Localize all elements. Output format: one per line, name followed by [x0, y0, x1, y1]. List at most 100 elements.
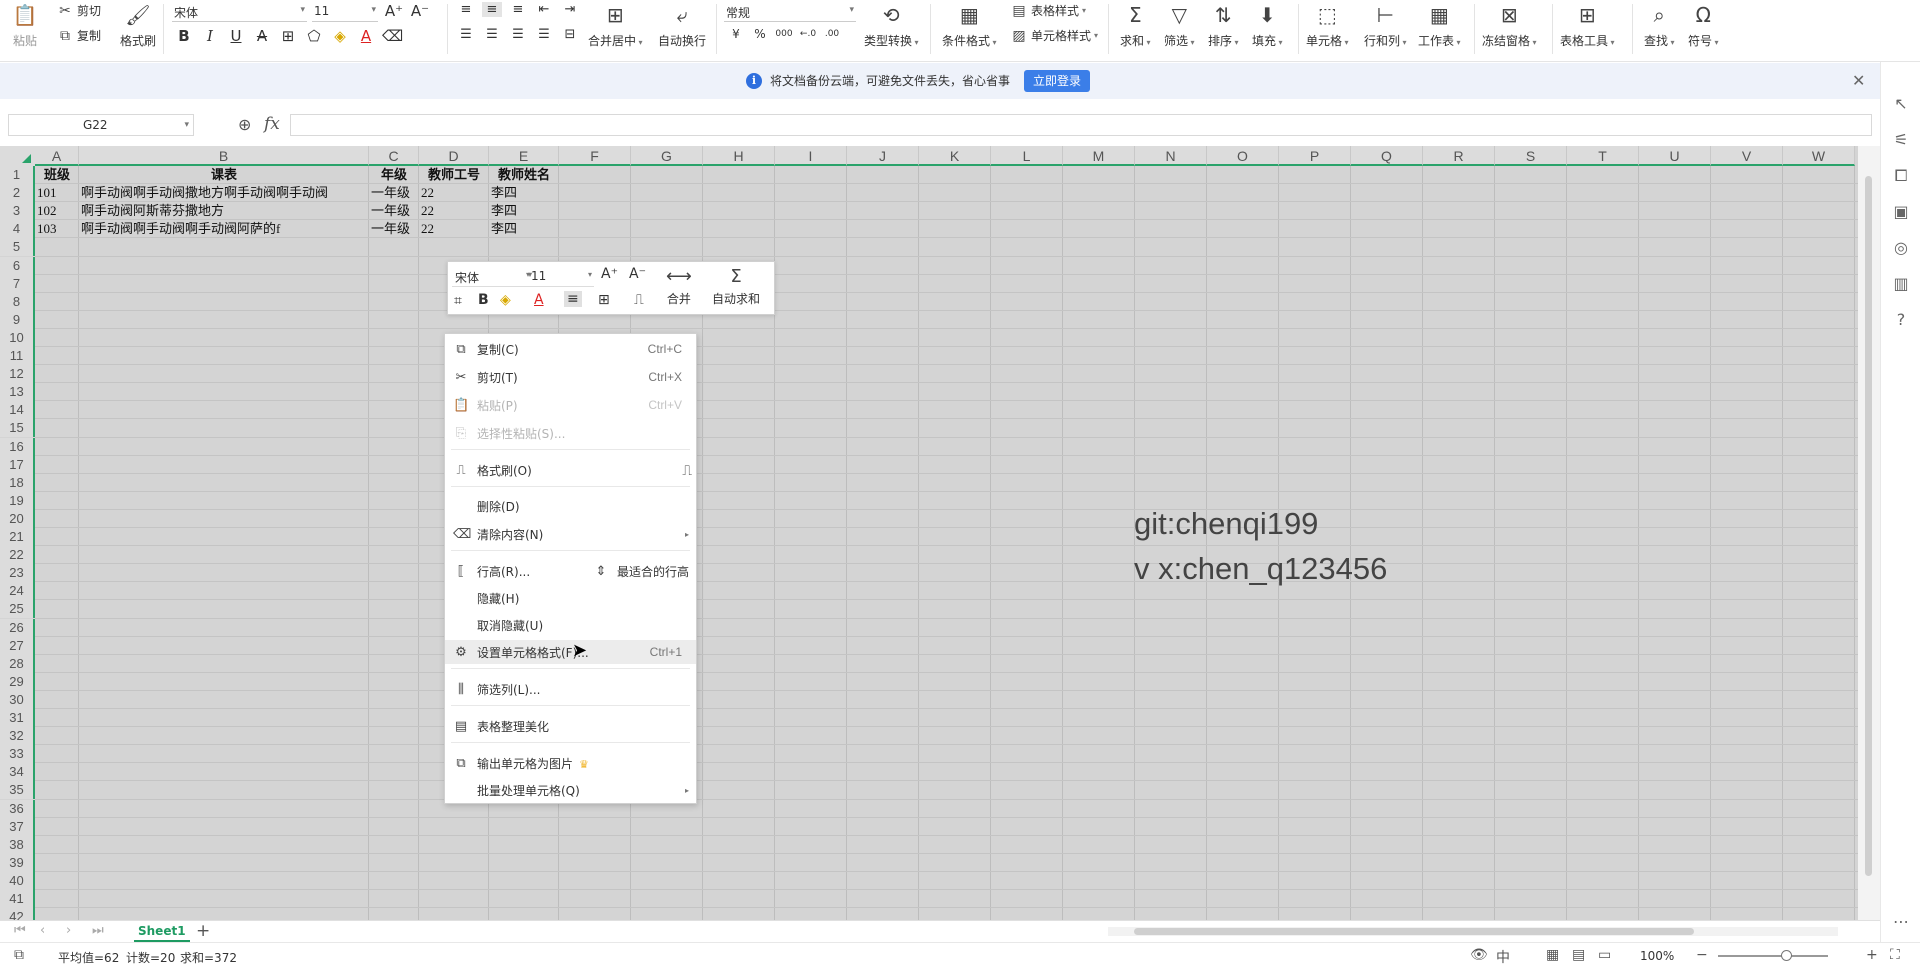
worksheet-button[interactable]: ▦ 工作表	[1418, 2, 1461, 49]
table-cell[interactable]: 101	[35, 184, 79, 202]
thousands-button[interactable]: 000	[774, 29, 794, 39]
paste-button[interactable]: 📋 粘贴	[12, 2, 38, 49]
decrease-font-icon[interactable]: A⁻	[410, 2, 430, 20]
mini-font-color-icon[interactable]: A	[534, 292, 544, 308]
eye-protection-icon[interactable]: 👁	[1470, 947, 1488, 963]
login-button[interactable]: 立即登录	[1024, 70, 1091, 92]
column-header-w[interactable]: W	[1783, 146, 1855, 166]
row-header-5[interactable]: 5	[0, 238, 35, 257]
row-header-34[interactable]: 34	[0, 763, 35, 782]
row-header-27[interactable]: 27	[0, 636, 35, 655]
mini-autosum-button[interactable]: Σ 自动求和	[712, 266, 760, 307]
cut-button[interactable]: ✂ 剪切	[56, 2, 101, 19]
table-style-button[interactable]: ▤ 表格样式 ▾	[1010, 2, 1086, 19]
indent-increase-icon[interactable]: ⇥	[560, 2, 580, 17]
prev-sheet-icon[interactable]: ‹	[40, 923, 45, 938]
conditional-format-button[interactable]: ▦ 条件格式	[942, 2, 997, 49]
pointer-icon[interactable]: ↖	[1891, 94, 1911, 113]
table-cell[interactable]: 22	[419, 202, 489, 220]
currency-button[interactable]: ¥	[726, 27, 746, 41]
table-cell[interactable]: 一年级	[369, 202, 419, 220]
row-header-2[interactable]: 2	[0, 184, 35, 203]
strikethrough-icon[interactable]: A	[252, 27, 272, 45]
column-header-a[interactable]: A	[35, 146, 79, 166]
row-header-28[interactable]: 28	[0, 654, 35, 673]
indent-decrease-icon[interactable]: ⇤	[534, 2, 554, 17]
zoom-out-icon[interactable]: −	[1696, 947, 1708, 963]
scrollbar-thumb[interactable]	[1134, 928, 1694, 935]
menu-export-image[interactable]: ⧉ 输出单元格为图片 ♛	[445, 751, 696, 775]
page-break-view-icon[interactable]: ▭	[1598, 947, 1611, 963]
zoom-in-icon[interactable]: +	[1866, 947, 1878, 963]
row-header-11[interactable]: 11	[0, 347, 35, 366]
fill-shape-icon[interactable]: ⬠	[304, 27, 324, 45]
cell-button[interactable]: ⬚ 单元格	[1306, 2, 1349, 49]
mini-decrease-font-icon[interactable]: A⁻	[629, 266, 646, 282]
row-header-8[interactable]: 8	[0, 292, 35, 311]
align-top-icon[interactable]: ≡	[456, 2, 476, 17]
column-header-u[interactable]: U	[1639, 146, 1711, 166]
row-header-37[interactable]: 37	[0, 817, 35, 836]
add-sheet-icon[interactable]: +	[196, 921, 210, 941]
number-format-select[interactable]: 常规	[724, 2, 856, 22]
cell-style-button[interactable]: ▨ 单元格样式 ▾	[1010, 27, 1098, 44]
copy-button[interactable]: ⧉ 复制	[56, 27, 101, 44]
menu-unhide[interactable]: 取消隐藏(U)	[445, 613, 696, 637]
justify-icon[interactable]: ☰	[534, 27, 554, 42]
row-header-36[interactable]: 36	[0, 799, 35, 818]
mini-align-center-icon[interactable]: ≡	[564, 291, 582, 307]
decrease-decimal-icon[interactable]: .00	[822, 29, 842, 39]
row-header-26[interactable]: 26	[0, 618, 35, 637]
type-convert-button[interactable]: ⟲ 类型转换	[864, 2, 919, 49]
align-middle-icon[interactable]: ≡	[482, 2, 502, 17]
wrap-text-button[interactable]: ⤶ 自动换行	[658, 2, 706, 49]
sort-button[interactable]: ⇅ 排序	[1208, 2, 1239, 49]
table-header-cell[interactable]: 课表	[79, 166, 369, 184]
cell-grid[interactable]: 班级 课表 年级 教师工号 教师姓名 101 啊手动阀啊手动阀撒地方啊手动阀啊手动阀 一年级 2…	[35, 166, 1858, 920]
row-header-30[interactable]: 30	[0, 690, 35, 709]
mini-increase-font-icon[interactable]: A⁺	[601, 266, 618, 282]
book-icon[interactable]: ▥	[1891, 274, 1911, 293]
row-header-25[interactable]: 25	[0, 600, 35, 619]
table-cell[interactable]: 李四	[489, 184, 559, 202]
row-header-40[interactable]: 40	[0, 871, 35, 890]
mini-format-icon[interactable]: ⌗	[454, 293, 462, 309]
fill-button[interactable]: ⬇ 填充	[1252, 2, 1283, 49]
underline-icon[interactable]: U	[226, 27, 246, 45]
percent-button[interactable]: %	[750, 27, 770, 41]
filter-button[interactable]: ▽ 筛选	[1164, 2, 1195, 49]
table-cell[interactable]: 啊手动阀阿斯蒂芬撒地方	[79, 202, 369, 220]
table-cell[interactable]: 102	[35, 202, 79, 220]
row-header-9[interactable]: 9	[0, 310, 35, 329]
table-cell[interactable]: 103	[35, 220, 79, 238]
column-header-l[interactable]: L	[991, 146, 1063, 166]
close-icon[interactable]: ✕	[1852, 71, 1865, 90]
row-header-17[interactable]: 17	[0, 455, 35, 474]
tab-sheet1[interactable]: Sheet1	[134, 921, 190, 942]
table-cell[interactable]: 李四	[489, 202, 559, 220]
name-box[interactable]: G22	[8, 114, 194, 136]
best-fit-row-icon[interactable]: ⇕	[593, 564, 609, 579]
align-left-icon[interactable]: ☰	[456, 27, 476, 42]
zoom-level[interactable]: 100%	[1640, 949, 1674, 963]
row-header-7[interactable]: 7	[0, 274, 35, 293]
row-header-39[interactable]: 39	[0, 853, 35, 872]
row-header-24[interactable]: 24	[0, 582, 35, 601]
fill-color-icon[interactable]: ◈	[330, 27, 350, 45]
table-tools-button[interactable]: ⊞ 表格工具	[1560, 2, 1615, 49]
row-header-38[interactable]: 38	[0, 835, 35, 854]
align-right-icon[interactable]: ☰	[508, 27, 528, 42]
row-header-42[interactable]: 42	[0, 908, 35, 920]
column-header-f[interactable]: F	[559, 146, 631, 166]
row-header-22[interactable]: 22	[0, 546, 35, 565]
font-color-icon[interactable]: A	[356, 27, 376, 45]
column-header-m[interactable]: M	[1063, 146, 1135, 166]
font-size-select[interactable]: 11	[312, 2, 378, 22]
row-header-6[interactable]: 6	[0, 256, 35, 275]
row-header-29[interactable]: 29	[0, 672, 35, 691]
last-sheet-icon[interactable]: ⏭	[92, 923, 104, 938]
row-header-21[interactable]: 21	[0, 528, 35, 547]
sum-button[interactable]: Σ 求和	[1120, 2, 1151, 49]
zoom-search-icon[interactable]: ⊕	[238, 115, 251, 134]
table-header-cell[interactable]: 年级	[369, 166, 419, 184]
